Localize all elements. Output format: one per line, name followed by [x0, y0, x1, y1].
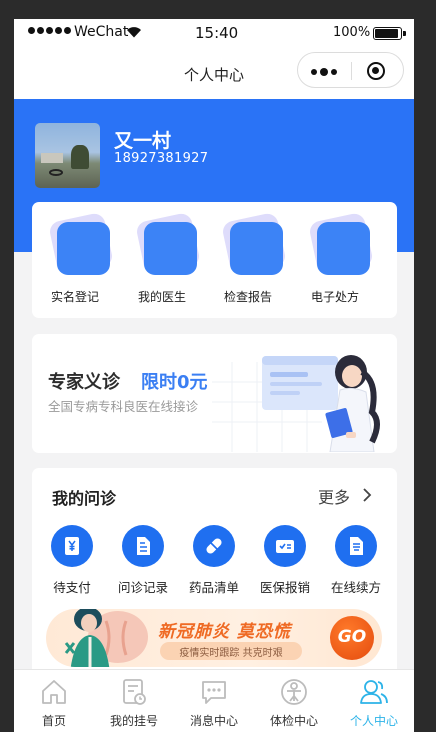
- quick-action-prescription[interactable]: 电子处方: [292, 202, 378, 318]
- tab-label: 个人中心: [349, 714, 398, 728]
- service-label: 在线续方: [330, 580, 381, 595]
- pill-icon: [193, 525, 235, 567]
- chevron-right-icon[interactable]: [362, 488, 372, 502]
- banner-highlight: 限时0元: [141, 372, 208, 393]
- tab-bar: 首页 我的挂号 消息中心 体检中心 个人中心: [14, 669, 414, 732]
- tab-label: 我的挂号: [109, 714, 158, 728]
- yen-document-icon: [51, 525, 93, 567]
- square-tile-icon: [144, 222, 197, 275]
- service-drug-list[interactable]: 药品清单: [178, 525, 250, 595]
- message-icon: [202, 681, 226, 704]
- signal-icon: [28, 27, 71, 34]
- user-phone: 18927381927: [114, 151, 209, 166]
- more-dots-icon[interactable]: [311, 68, 337, 76]
- tab-home[interactable]: 首页: [14, 670, 94, 732]
- quick-actions-card: 实名登记 我的医生 检查报告 电子处方: [32, 202, 397, 318]
- go-button[interactable]: GO: [330, 616, 374, 660]
- avatar[interactable]: [35, 123, 100, 188]
- battery-percent: 100%: [333, 25, 371, 40]
- record-document-icon: [122, 525, 164, 567]
- user-name: 又一村: [114, 130, 172, 152]
- promo-subtitle: 疫情实时跟踪 共克时艰: [179, 648, 283, 659]
- phone-screen: WeChat 15:40 100% 个人中心 又一村 18927381927 实…: [14, 19, 414, 732]
- health-illustration: [64, 609, 148, 667]
- more-link[interactable]: 更多: [318, 484, 350, 508]
- quick-action-real-name[interactable]: 实名登记: [32, 202, 118, 318]
- renew-document-icon: [335, 525, 377, 567]
- consult-heading: 我的问诊: [52, 489, 117, 508]
- profile-icon: [360, 680, 388, 704]
- registration-icon: [123, 679, 146, 705]
- tab-checkup[interactable]: 体检中心: [254, 670, 334, 732]
- nav-bar: 个人中心: [14, 47, 414, 99]
- tab-label: 消息中心: [189, 714, 238, 728]
- insurance-card-icon: [264, 525, 306, 567]
- home-icon: [42, 680, 66, 704]
- tab-registration[interactable]: 我的挂号: [94, 670, 174, 732]
- quick-action-label: 实名登记: [50, 290, 99, 304]
- my-consultation-card: 我的问诊 更多 待支付 问诊记录 药品清单 医保报销 在线续方 新冠肺炎 莫恐慌…: [32, 468, 397, 683]
- capsule-divider: [351, 62, 352, 80]
- doctor-illustration: [212, 355, 380, 452]
- wifi-icon: [127, 27, 141, 38]
- checkup-icon: [281, 679, 307, 705]
- promo-subtitle-pill: 疫情实时跟踪 共克时艰: [160, 642, 302, 660]
- banner-subtitle: 全国专病专科良医在线接诊: [48, 399, 199, 414]
- target-icon[interactable]: [367, 62, 385, 80]
- promo-title: 新冠肺炎 莫恐慌: [158, 622, 291, 642]
- expert-consult-banner[interactable]: 专家义诊 限时0元 全国专病专科良医在线接诊: [32, 334, 397, 453]
- square-tile-icon: [57, 222, 110, 275]
- tab-profile[interactable]: 个人中心: [334, 670, 414, 732]
- mini-program-capsule: [297, 52, 404, 88]
- quick-action-reports[interactable]: 检查报告: [205, 202, 291, 318]
- square-tile-icon: [317, 222, 370, 275]
- covid-promo-banner[interactable]: 新冠肺炎 莫恐慌 疫情实时跟踪 共克时艰 GO: [46, 609, 382, 667]
- quick-action-label: 检查报告: [223, 290, 272, 304]
- quick-action-my-doctor[interactable]: 我的医生: [119, 202, 205, 318]
- service-consult-records[interactable]: 问诊记录: [107, 525, 179, 595]
- carrier-name: WeChat: [74, 24, 129, 40]
- quick-action-label: 电子处方: [310, 290, 359, 304]
- status-time: 15:40: [195, 24, 239, 42]
- service-online-renewal[interactable]: 在线续方: [320, 525, 392, 595]
- tab-label: 体检中心: [269, 714, 318, 728]
- battery-icon: [373, 27, 406, 40]
- tab-messages[interactable]: 消息中心: [174, 670, 254, 732]
- square-tile-icon: [230, 222, 283, 275]
- status-bar: WeChat 15:40 100%: [14, 19, 414, 47]
- quick-action-label: 我的医生: [137, 290, 186, 304]
- tab-label: 首页: [41, 714, 66, 728]
- service-insurance-claim[interactable]: 医保报销: [249, 525, 321, 595]
- service-pending-payment[interactable]: 待支付: [36, 525, 108, 595]
- banner-title: 专家义诊: [48, 372, 120, 393]
- go-label: GO: [337, 627, 367, 647]
